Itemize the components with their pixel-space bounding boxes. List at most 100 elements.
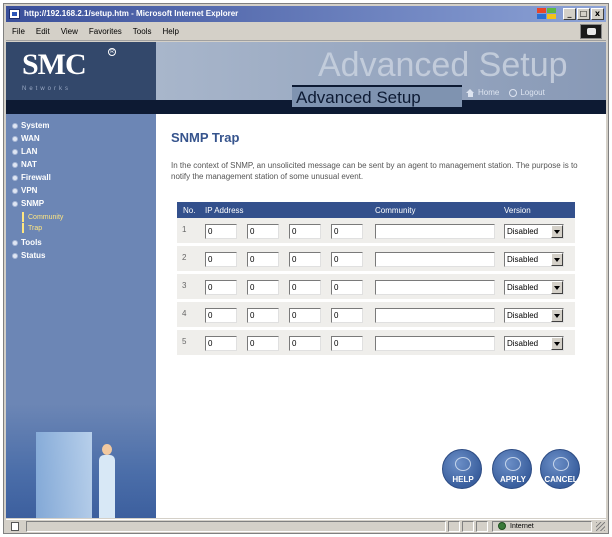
row-number: 4	[182, 309, 187, 318]
ie-icon	[9, 9, 20, 19]
ip-octet-4[interactable]: 0	[331, 224, 363, 239]
ip-octet-4[interactable]: 0	[331, 308, 363, 323]
sidebar-item-system[interactable]: System	[12, 120, 49, 131]
row-number: 5	[182, 337, 187, 346]
dropdown-arrow-icon[interactable]	[551, 309, 563, 322]
header-title: Advanced Setup	[296, 88, 421, 107]
close-button[interactable]: x	[591, 8, 604, 20]
menu-help[interactable]: Help	[162, 27, 178, 36]
ip-octet-1[interactable]: 0	[205, 280, 237, 295]
version-select[interactable]: Disabled	[504, 336, 564, 351]
version-select[interactable]: Disabled	[504, 280, 564, 295]
version-select[interactable]: Disabled	[504, 224, 564, 239]
menu-bar: File Edit View Favorites Tools Help	[6, 23, 606, 41]
version-select[interactable]: Disabled	[504, 308, 564, 323]
menu-tools[interactable]: Tools	[133, 27, 152, 36]
ip-octet-1[interactable]: 0	[205, 252, 237, 267]
table-row: 3 0 0 0 0 Disabled	[177, 274, 575, 299]
help-button[interactable]: HELP	[442, 449, 482, 489]
logo-subtitle: Networks	[22, 86, 72, 92]
sidebar-subitem-trap[interactable]: Trap	[22, 223, 42, 233]
sidebar-item-snmp[interactable]: SNMP	[12, 198, 44, 209]
sidebar-item-vpn[interactable]: VPN	[12, 185, 37, 196]
ip-octet-2[interactable]: 0	[247, 308, 279, 323]
bullet-icon	[12, 122, 18, 129]
version-select[interactable]: Disabled	[504, 252, 564, 267]
sidebar-item-wan[interactable]: WAN	[12, 133, 40, 144]
table-row: 1 0 0 0 0 Disabled	[177, 218, 575, 243]
row-number: 2	[182, 253, 187, 262]
ip-octet-2[interactable]: 0	[247, 280, 279, 295]
logout-link[interactable]: Logout	[509, 88, 545, 97]
logo-panel: SMC R Networks	[6, 42, 156, 104]
resize-grip-icon[interactable]	[596, 522, 605, 531]
ip-octet-3[interactable]: 0	[289, 336, 321, 351]
sidebar-subitem-community[interactable]: Community	[22, 212, 63, 222]
ip-octet-4[interactable]: 0	[331, 336, 363, 351]
menu-favorites[interactable]: Favorites	[89, 27, 122, 36]
page-header: Advanced Setup SMC R Networks Advanced S…	[6, 42, 606, 114]
table-header: No. IP Address Community Version	[177, 202, 575, 218]
dropdown-arrow-icon[interactable]	[551, 253, 563, 266]
ip-octet-3[interactable]: 0	[289, 308, 321, 323]
community-input[interactable]	[375, 252, 495, 267]
sidebar-item-lan[interactable]: LAN	[12, 146, 37, 157]
col-version: Version	[504, 205, 531, 215]
bullet-icon	[12, 174, 18, 181]
ip-octet-3[interactable]: 0	[289, 280, 321, 295]
help-icon	[455, 457, 471, 471]
security-zone-label: Internet	[510, 523, 534, 530]
bullet-icon	[12, 252, 18, 259]
col-community: Community	[375, 205, 416, 215]
community-input[interactable]	[375, 308, 495, 323]
ip-octet-2[interactable]: 0	[247, 252, 279, 267]
table-row: 2 0 0 0 0 Disabled	[177, 246, 575, 271]
ip-octet-2[interactable]: 0	[247, 224, 279, 239]
home-link[interactable]: Home	[466, 88, 499, 97]
ip-octet-4[interactable]: 0	[331, 252, 363, 267]
ip-octet-3[interactable]: 0	[289, 224, 321, 239]
cancel-button[interactable]: CANCEL	[540, 449, 580, 489]
smc-logo: SMC	[22, 48, 87, 81]
ip-octet-1[interactable]: 0	[205, 336, 237, 351]
col-no: No.	[183, 205, 196, 215]
status-bar: Internet	[6, 519, 606, 532]
page-description: In the context of SNMP, an unsolicited m…	[171, 161, 578, 181]
bullet-icon	[12, 187, 18, 194]
dropdown-arrow-icon[interactable]	[551, 281, 563, 294]
title-bar: http://192.168.2.1/setup.htm - Microsoft…	[6, 6, 606, 22]
dropdown-arrow-icon[interactable]	[551, 337, 563, 350]
browser-window: http://192.168.2.1/setup.htm - Microsoft…	[3, 3, 609, 534]
col-ip-address: IP Address	[205, 205, 244, 215]
ip-octet-1[interactable]: 0	[205, 224, 237, 239]
bullet-icon	[12, 200, 18, 207]
person-figure-image	[98, 444, 116, 518]
bullet-icon	[12, 148, 18, 155]
page-done-icon	[11, 522, 19, 531]
sidebar-item-nat[interactable]: NAT	[12, 159, 37, 170]
apply-button[interactable]: APPLY	[492, 449, 532, 489]
main-content: SNMP Trap In the context of SNMP, an uns…	[156, 114, 606, 518]
home-icon	[466, 88, 475, 97]
ip-octet-4[interactable]: 0	[331, 280, 363, 295]
logout-icon	[509, 88, 518, 97]
window-title: http://192.168.2.1/setup.htm - Microsoft…	[24, 9, 239, 18]
community-input[interactable]	[375, 224, 495, 239]
table-row: 4 0 0 0 0 Disabled	[177, 302, 575, 327]
header-background-text: Advanced Setup	[318, 46, 568, 84]
menu-edit[interactable]: Edit	[36, 27, 50, 36]
ip-octet-3[interactable]: 0	[289, 252, 321, 267]
dropdown-arrow-icon[interactable]	[551, 225, 563, 238]
community-input[interactable]	[375, 336, 495, 351]
ip-octet-2[interactable]: 0	[247, 336, 279, 351]
sidebar-item-status[interactable]: Status	[12, 250, 45, 261]
menu-view[interactable]: View	[61, 27, 78, 36]
menu-file[interactable]: File	[12, 27, 25, 36]
sidebar-item-firewall[interactable]: Firewall	[12, 172, 51, 183]
cancel-icon	[553, 457, 569, 471]
minimize-button[interactable]: _	[563, 8, 576, 20]
community-input[interactable]	[375, 280, 495, 295]
maximize-button[interactable]: □	[577, 8, 590, 20]
ip-octet-1[interactable]: 0	[205, 308, 237, 323]
sidebar-item-tools[interactable]: Tools	[12, 237, 42, 248]
